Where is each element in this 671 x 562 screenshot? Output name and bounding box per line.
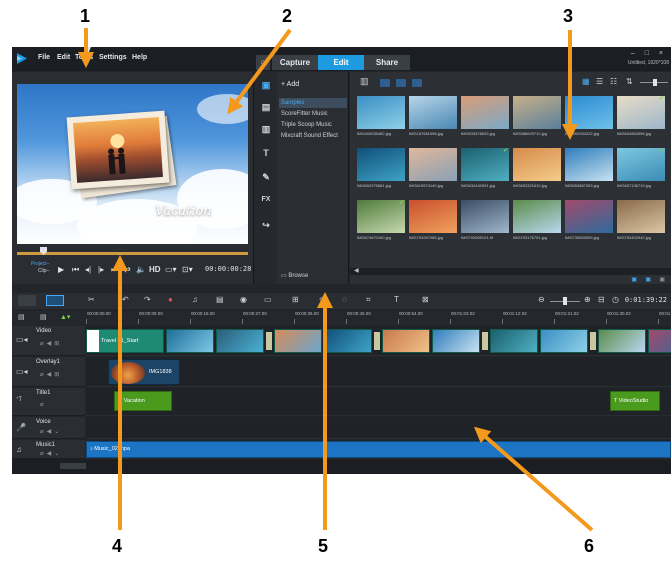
arrow-2 — [227, 28, 292, 115]
callout-arrows — [78, 28, 594, 532]
arrow-6 — [473, 426, 594, 532]
